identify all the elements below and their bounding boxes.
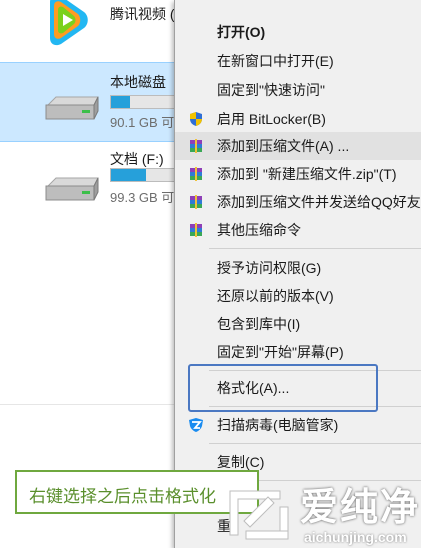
list-item-tencent-video[interactable]: 腾讯视频 (32 位) xyxy=(0,0,213,62)
drive-free-space: 90.1 GB 可 xyxy=(110,115,175,130)
menu-item-grant-access[interactable]: 授予访问权限(G) xyxy=(175,254,421,282)
context-menu: 打开(O) 在新窗口中打开(E) 固定到"快速访问" 启用 BitLocker(… xyxy=(174,0,421,548)
menu-item-add-to-zip[interactable]: 添加到 "新建压缩文件.zip"(T) xyxy=(175,160,421,188)
menu-item-include-in-library[interactable]: 包含到库中(I) xyxy=(175,310,421,338)
hard-drive-icon xyxy=(45,96,99,120)
instruction-annotation: 右键选择之后点击格式化 xyxy=(15,470,259,514)
format-highlight-box xyxy=(188,364,378,412)
archive-icon xyxy=(190,139,202,153)
list-item-drive-c[interactable]: 本地磁盘 90.1 GB 可 xyxy=(0,62,200,142)
menu-separator xyxy=(209,443,421,444)
menu-item-label: 打开(O) xyxy=(217,24,266,40)
annotation-text: 右键选择之后点击格式化 xyxy=(29,487,216,507)
drive-usage-fill xyxy=(111,169,147,181)
menu-item-restore-versions[interactable]: 还原以前的版本(V) xyxy=(175,282,421,310)
watermark-brand: 爱纯净 xyxy=(300,485,421,529)
menu-item-pin-to-start[interactable]: 固定到"开始"屏幕(P) xyxy=(175,338,421,366)
menu-item-label: 授予访问权限(G) xyxy=(217,260,322,276)
menu-item-label: 固定到"快速访问" xyxy=(217,82,325,98)
menu-item-label: 启用 BitLocker(B) xyxy=(217,111,326,127)
menu-item-add-to-archive[interactable]: 添加到压缩文件(A) ... xyxy=(175,132,421,160)
menu-item-label: 扫描病毒(电脑管家) xyxy=(217,417,339,433)
tencent-pc-manager-icon xyxy=(189,418,203,432)
shield-icon xyxy=(190,112,202,126)
menu-item-label: 添加到压缩文件(A) ... xyxy=(217,138,350,154)
menu-item-other-compress[interactable]: 其他压缩命令 xyxy=(175,216,421,244)
menu-item-label: 包含到库中(I) xyxy=(217,316,301,332)
menu-item-label: 其他压缩命令 xyxy=(217,222,301,238)
menu-item-bitlocker[interactable]: 启用 BitLocker(B) xyxy=(175,105,421,133)
menu-item-label: 还原以前的版本(V) xyxy=(217,288,334,304)
menu-item-open[interactable]: 打开(O) xyxy=(175,18,421,46)
menu-item-label: 固定到"开始"屏幕(P) xyxy=(217,344,344,360)
menu-item-scan-virus[interactable]: 扫描病毒(电脑管家) xyxy=(175,411,421,439)
menu-separator xyxy=(209,248,421,249)
menu-item-label: 添加到 "新建压缩文件.zip"(T) xyxy=(217,166,397,182)
tencent-video-icon xyxy=(50,0,88,46)
drive-name: 本地磁盘 xyxy=(110,74,166,90)
explorer-divider xyxy=(0,404,175,405)
menu-item-archive-send-qq[interactable]: 添加到压缩文件并发送给QQ好友 xyxy=(175,188,421,216)
archive-icon xyxy=(190,223,202,237)
archive-icon xyxy=(190,195,202,209)
hard-drive-icon xyxy=(45,177,99,201)
menu-item-label: 在新窗口中打开(E) xyxy=(217,53,334,69)
menu-item-open-new-window[interactable]: 在新窗口中打开(E) xyxy=(175,47,421,75)
drive-name: 文档 (F:) xyxy=(110,151,164,167)
menu-item-pin-quick-access[interactable]: 固定到"快速访问" xyxy=(175,76,421,104)
drive-free-space: 99.3 GB 可 xyxy=(110,190,175,205)
menu-item-label: 添加到压缩文件并发送给QQ好友 xyxy=(217,194,421,210)
watermark-url: aichunjing.com xyxy=(304,529,407,545)
list-item-drive-f[interactable]: 文档 (F:) 99.3 GB 可 xyxy=(0,144,200,222)
archive-icon xyxy=(190,167,202,181)
watermark-logo-icon xyxy=(229,490,289,540)
drive-usage-fill xyxy=(111,96,131,108)
